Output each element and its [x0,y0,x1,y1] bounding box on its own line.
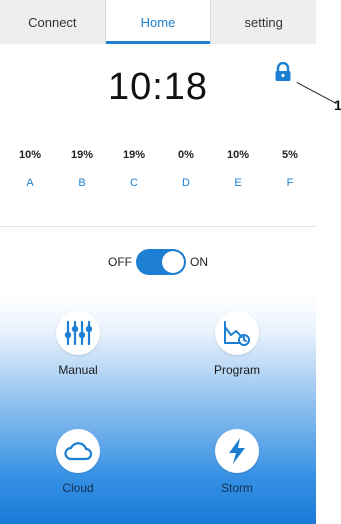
tab-bar: Connect Home setting [0,0,316,44]
callout-number: 1 [334,97,341,113]
channel-b-percent: 19% [70,149,94,161]
cloud-label: Cloud [62,481,94,495]
channel-e-label: E [234,177,242,189]
tab-connect[interactable]: Connect [0,0,106,44]
power-toggle-row: OFF ON [0,249,316,275]
manual-button[interactable]: Manual [18,311,138,377]
divider [0,226,316,227]
tab-setting[interactable]: setting [211,0,316,44]
channel-letter-row: A B C D E F [10,177,310,189]
clock-time: 10:18 [107,66,209,108]
program-chart-icon [224,321,250,346]
channel-e-percent: 10% [226,149,250,161]
cloud-icon [64,442,93,461]
channel-b-label: B [78,177,86,189]
channel-c-label: C [130,177,138,189]
program-icon-circle [215,311,259,355]
mode-panel: Manual Program Cloud Storm [0,295,316,524]
on-label: ON [190,255,208,269]
lightning-icon [229,438,245,464]
sliders-icon [64,320,93,346]
power-toggle[interactable] [136,249,186,275]
toggle-knob [162,251,184,273]
tab-home[interactable]: Home [105,0,212,44]
cloud-icon-circle [56,429,100,473]
storm-icon-circle [215,429,259,473]
lock-icon[interactable] [274,62,292,82]
channel-d-percent: 0% [178,149,194,161]
storm-label: Storm [220,481,253,495]
channel-f-label: F [286,177,294,189]
channel-a-percent: 10% [18,149,42,161]
manual-label: Manual [58,363,98,377]
manual-icon-circle [56,311,100,355]
channel-a-label: A [26,177,34,189]
channel-d-label: D [182,177,190,189]
cloud-button[interactable]: Cloud [18,429,138,495]
program-button[interactable]: Program [177,311,297,377]
off-label: OFF [108,255,132,269]
channel-c-percent: 19% [122,149,146,161]
channel-percent-row: 10% 19% 19% 0% 10% 5% [10,149,310,161]
channel-f-percent: 5% [282,149,298,161]
storm-button[interactable]: Storm [177,429,297,495]
program-label: Program [213,363,260,377]
